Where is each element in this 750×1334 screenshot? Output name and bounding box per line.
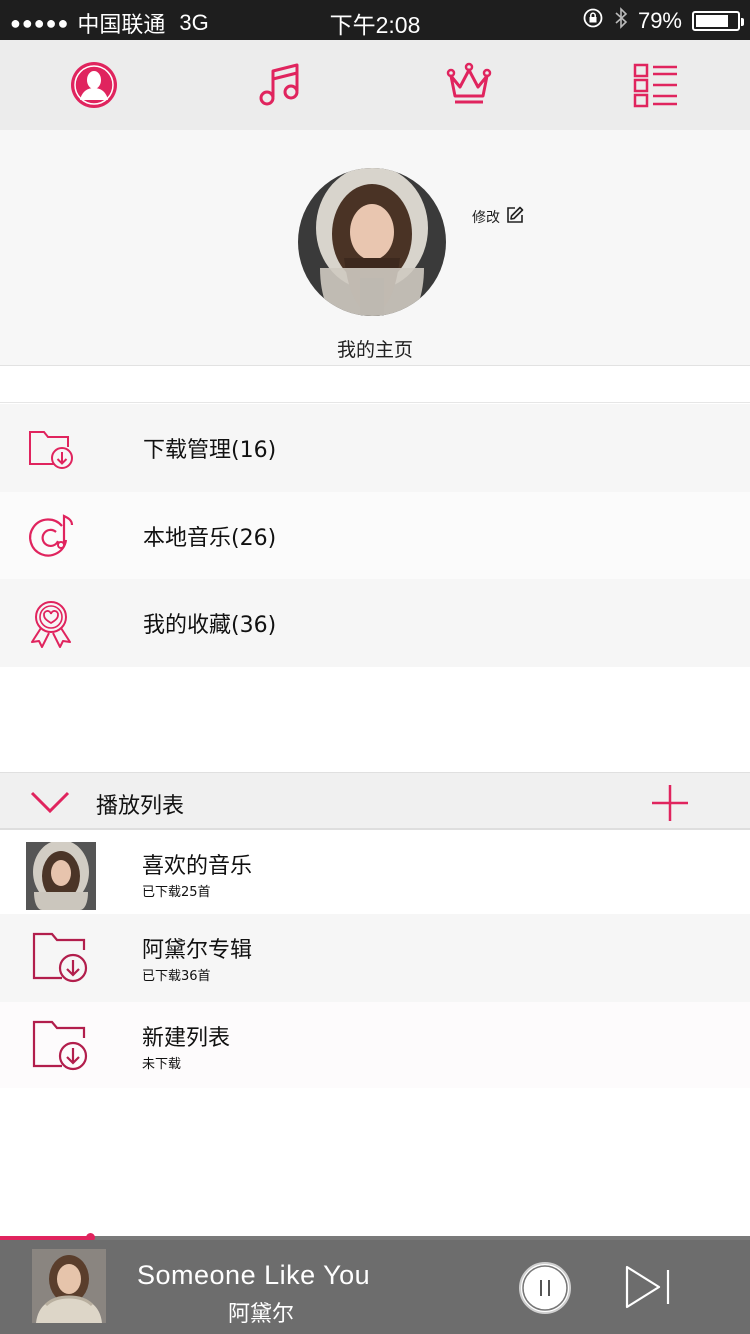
menu-label: 下载管理(16)	[143, 438, 277, 463]
playlist-status: 已下载36首	[142, 969, 211, 984]
song-artist: 阿黛尔	[228, 1302, 295, 1327]
profile-section: 修改 我的主页	[0, 130, 750, 366]
album-thumbnail	[26, 842, 96, 910]
playlist-name: 新建列表	[142, 1026, 231, 1051]
playlist-status: 未下载	[142, 1057, 182, 1072]
edit-pencil-icon	[506, 206, 524, 228]
playlist-header: 播放列表	[0, 772, 750, 830]
heart-badge-icon	[26, 599, 76, 649]
playlist-name: 喜欢的音乐	[142, 854, 253, 879]
status-bar: ●●●●● 中国联通 3G 下午2:08 79%	[0, 0, 750, 40]
menu-local-music[interactable]: 本地音乐(26)	[0, 492, 750, 580]
rotation-lock-icon	[582, 7, 604, 35]
tab-profile[interactable]	[0, 40, 188, 130]
playlist-status: 已下载25首	[142, 885, 211, 900]
now-playing-cover[interactable]	[32, 1249, 106, 1323]
person-icon	[69, 60, 119, 110]
music-note-icon	[257, 61, 305, 109]
folder-download-icon	[30, 1016, 92, 1078]
next-track-button[interactable]	[624, 1264, 672, 1314]
add-playlist-button[interactable]	[650, 783, 690, 827]
battery-icon	[692, 11, 744, 31]
bluetooth-icon	[614, 6, 628, 36]
edit-profile-button[interactable]: 修改	[472, 206, 524, 228]
chevron-down-icon[interactable]	[30, 787, 70, 821]
crown-icon	[445, 62, 493, 108]
tab-vip[interactable]	[375, 40, 563, 130]
profile-name[interactable]: 我的主页	[0, 335, 750, 362]
playlist-name: 阿黛尔专辑	[142, 938, 253, 963]
avatar[interactable]	[298, 168, 446, 316]
folder-download-icon	[26, 424, 76, 474]
playlist-item-adele-album[interactable]: 阿黛尔专辑 已下载36首	[0, 914, 750, 1002]
top-tab-bar	[0, 40, 750, 130]
edit-label: 修改	[472, 210, 500, 226]
playlist-item-liked[interactable]: 喜欢的音乐 已下载25首	[0, 830, 750, 916]
section-divider	[0, 367, 750, 403]
menu-label: 我的收藏(36)	[143, 613, 277, 638]
disc-music-icon	[26, 512, 76, 562]
battery-percent: 79%	[637, 8, 682, 33]
folder-download-icon	[30, 928, 92, 990]
pause-button[interactable]	[518, 1261, 572, 1319]
list-icon	[633, 62, 679, 108]
tab-music[interactable]	[188, 40, 376, 130]
mini-player: Someone Like You 阿黛尔	[0, 1240, 750, 1334]
playlist-item-new-list[interactable]: 新建列表 未下载	[0, 1002, 750, 1088]
song-title: Someone Like You	[137, 1260, 371, 1290]
menu-favorites[interactable]: 我的收藏(36)	[0, 579, 750, 667]
menu-label: 本地音乐(26)	[143, 526, 277, 551]
tab-list[interactable]	[563, 40, 750, 130]
playlist-title: 播放列表	[96, 794, 185, 819]
menu-download-manager[interactable]: 下载管理(16)	[0, 404, 750, 492]
